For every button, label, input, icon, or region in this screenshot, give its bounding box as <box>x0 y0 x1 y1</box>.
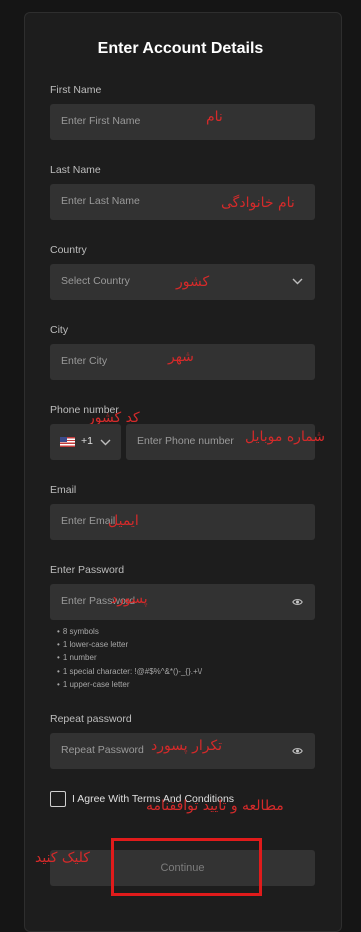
annotation-click: کلیک کنید <box>35 850 90 866</box>
password-field[interactable]: Enter Password <box>50 584 315 620</box>
requirement-item: 8 symbols <box>57 625 202 638</box>
first-name-field[interactable]: Enter First Name <box>50 104 315 140</box>
phone-number-placeholder: Enter Phone number <box>137 435 234 447</box>
us-flag-icon <box>60 437 75 447</box>
annotation-mobile: شماره موبایل <box>245 429 326 445</box>
requirement-item: 1 special character: !@#$%^&*()-_{}.+\/ <box>57 665 202 678</box>
annotation-repeat-password: تکرار پسورد <box>151 738 223 754</box>
phone-code-value: +1 <box>81 435 93 447</box>
annotation-password: پسورد <box>111 591 148 607</box>
first-name-label: First Name <box>50 84 102 96</box>
requirement-item: 1 lower-case letter <box>57 638 202 651</box>
form-title: Enter Account Details <box>97 40 264 57</box>
password-requirements: 8 symbols 1 lower-case letter 1 number 1… <box>57 625 202 691</box>
last-name-placeholder: Enter Last Name <box>61 195 140 207</box>
requirement-item: 1 number <box>57 651 202 664</box>
annotation-first-name: نام <box>206 109 223 125</box>
chevron-down-icon <box>292 278 303 285</box>
chevron-down-icon <box>100 439 111 446</box>
annotation-last-name: نام خانوادگی <box>221 195 295 211</box>
password-label: Enter Password <box>50 564 125 576</box>
first-name-placeholder: Enter First Name <box>61 115 141 127</box>
repeat-password-label: Repeat password <box>50 713 132 725</box>
annotation-email: ایمیل <box>108 513 139 529</box>
email-field[interactable]: Enter Email <box>50 504 315 540</box>
country-placeholder: Select Country <box>61 275 130 287</box>
annotation-country: کشور <box>176 274 210 290</box>
repeat-password-placeholder: Repeat Password <box>61 744 144 756</box>
city-placeholder: Enter City <box>61 355 108 367</box>
eye-icon[interactable] <box>292 747 303 755</box>
annotation-terms: مطالعه و تایید توافقنامه <box>146 798 284 814</box>
highlight-box <box>111 838 262 896</box>
terms-checkbox[interactable] <box>50 791 66 807</box>
requirement-item: 1 upper-case letter <box>57 678 202 691</box>
annotation-city: شهر <box>168 349 194 365</box>
country-label: Country <box>50 244 87 256</box>
city-label: City <box>50 324 69 336</box>
eye-icon[interactable] <box>292 598 303 606</box>
phone-code-select[interactable]: +1 <box>50 424 121 460</box>
last-name-label: Last Name <box>50 164 101 176</box>
email-label: Email <box>50 484 77 496</box>
